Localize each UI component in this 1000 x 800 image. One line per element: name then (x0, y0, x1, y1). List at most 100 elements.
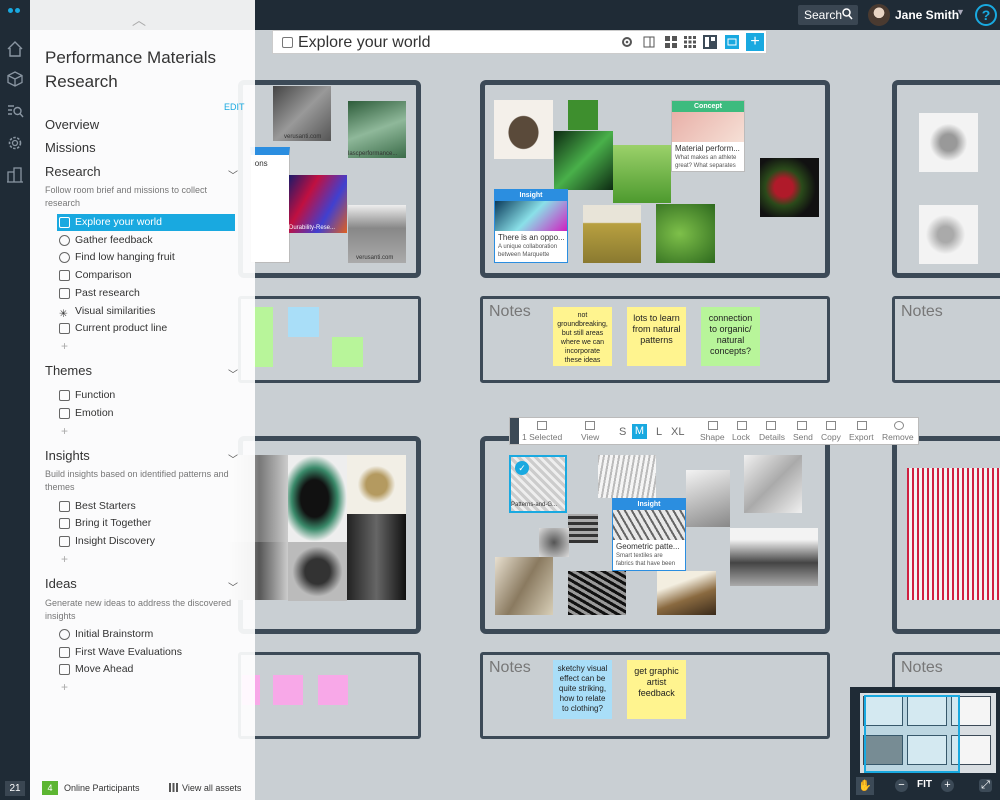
shape-icon[interactable] (708, 421, 718, 430)
size-xl-button[interactable]: XL (671, 426, 684, 438)
board4-face-2-image[interactable] (288, 455, 347, 542)
board4-swirl-image[interactable] (347, 455, 406, 514)
insight-card-2[interactable]: Insight Geometric patte... Smart textile… (612, 498, 686, 571)
room-current-product-line[interactable]: Current product line (57, 320, 235, 337)
board5-sketch-image[interactable] (744, 455, 802, 513)
section-ideas-chevron-icon[interactable]: ﹀ (228, 579, 238, 594)
board2-bear-image[interactable] (494, 100, 553, 159)
board2-berries-image[interactable] (760, 158, 819, 217)
app-logo-icon[interactable] (8, 8, 22, 14)
size-l-button[interactable]: L (656, 426, 662, 438)
remove-button[interactable]: Remove (882, 432, 914, 442)
section-ideas-title[interactable]: Ideas (45, 576, 77, 591)
board1-image-2[interactable] (348, 101, 406, 158)
section-themes-title[interactable]: Themes (45, 363, 92, 378)
add-research-room-icon[interactable]: + (61, 339, 68, 353)
add-themes-room-icon[interactable]: + (61, 424, 68, 438)
user-avatar[interactable] (868, 4, 890, 26)
concept-card[interactable]: Concept Material perform... What makes a… (671, 100, 745, 172)
add-button[interactable]: + (746, 33, 764, 51)
room-explore-your-world[interactable]: Explore your world (57, 214, 235, 231)
room-insight-discovery[interactable]: Insight Discovery (57, 533, 235, 550)
grid-large-icon[interactable] (665, 36, 677, 48)
add-insights-room-icon[interactable]: + (61, 552, 68, 566)
collapse-panel-icon[interactable]: ︿ (132, 10, 146, 30)
sticky-note-groundbreaking[interactable]: not groundbreaking, but still areas wher… (553, 307, 612, 366)
board4-note-pink-2[interactable] (273, 675, 303, 705)
send-button[interactable]: Send (793, 432, 813, 442)
size-s-button[interactable]: S (619, 426, 626, 438)
send-icon[interactable] (797, 421, 807, 430)
board5-mountain-image[interactable] (657, 571, 716, 615)
board2-leaf-small-image[interactable] (568, 100, 598, 130)
section-insights-chevron-icon[interactable]: ﹀ (228, 451, 238, 466)
room-first-wave-evaluations[interactable]: First Wave Evaluations (57, 644, 235, 661)
grid-small-icon[interactable] (684, 36, 696, 48)
search-button[interactable]: Search (798, 5, 858, 25)
fit-button[interactable]: FIT (917, 779, 932, 790)
user-name[interactable]: Jane Smith (895, 8, 959, 22)
shape-button[interactable]: Shape (700, 432, 725, 442)
settings-icon[interactable] (6, 134, 24, 152)
copy-button[interactable]: Copy (821, 432, 841, 442)
board5-dome-image[interactable] (539, 528, 569, 557)
zoom-out-button[interactable]: − (895, 779, 908, 792)
board5-building-image[interactable] (686, 470, 730, 527)
nav-missions[interactable]: Missions (45, 140, 96, 155)
room-gather-feedback[interactable]: Gather feedback (57, 232, 235, 249)
notes-area-3[interactable]: Notes (892, 296, 1000, 383)
help-button[interactable]: ? (975, 4, 997, 26)
minimap-viewport[interactable] (864, 695, 960, 773)
board2-wheat-image[interactable] (583, 205, 641, 263)
sticky-note-natural-patterns[interactable]: lots to learn from natural patterns (627, 307, 686, 366)
user-menu-caret-icon[interactable]: ▼ (956, 7, 965, 17)
section-research-chevron-icon[interactable]: ﹀ (228, 167, 238, 182)
room-best-starters[interactable]: Best Starters (57, 498, 235, 515)
details-button[interactable]: Details (759, 432, 785, 442)
layout-panel-icon[interactable] (643, 36, 655, 48)
list-search-icon[interactable] (6, 102, 24, 120)
export-icon[interactable] (857, 421, 867, 430)
board5-cityscape-image[interactable] (730, 528, 818, 586)
board5-grid-image[interactable] (568, 514, 598, 543)
tray-icon[interactable] (725, 35, 739, 49)
room-comparison[interactable]: Comparison (57, 267, 235, 284)
home-icon[interactable] (6, 40, 24, 58)
copy-icon[interactable] (826, 421, 836, 430)
board5-texture-image[interactable] (568, 571, 626, 615)
remove-icon[interactable] (894, 421, 904, 430)
room-move-ahead[interactable]: Move Ahead (57, 661, 235, 678)
lock-icon[interactable] (737, 421, 747, 430)
nav-overview[interactable]: Overview (45, 117, 99, 132)
room-visual-similarities[interactable]: ✳ Visual similarities (57, 303, 235, 320)
board4-face-5-image[interactable] (347, 514, 406, 600)
view-icon[interactable] (585, 421, 595, 430)
board-layout-icon[interactable] (703, 35, 717, 49)
export-button[interactable]: Export (849, 432, 874, 442)
board2-leaves-image[interactable] (656, 204, 715, 263)
online-participants-link[interactable]: Online Participants (64, 783, 140, 793)
sticky-note-graphic-artist[interactable]: get graphic artist feedback (627, 660, 686, 719)
board3-sketch-1-image[interactable] (919, 113, 978, 172)
board6-textile-image[interactable] (907, 468, 1000, 600)
board1-note-green-2[interactable] (332, 337, 363, 367)
board3-sketch-2-image[interactable] (919, 205, 978, 264)
size-m-button[interactable]: M (632, 424, 647, 439)
buildings-icon[interactable] (6, 166, 24, 184)
participant-count-badge[interactable]: 21 (5, 781, 25, 796)
section-themes-chevron-icon[interactable]: ﹀ (228, 366, 238, 381)
lock-button[interactable]: Lock (732, 432, 750, 442)
zoom-in-button[interactable]: + (941, 779, 954, 792)
insight-card-1[interactable]: Insight There is an oppo... A unique col… (494, 189, 568, 263)
board1-image-1[interactable] (273, 86, 331, 141)
room-function[interactable]: Function (57, 387, 235, 404)
add-ideas-room-icon[interactable]: + (61, 680, 68, 694)
board5-hatching-image[interactable] (598, 455, 656, 498)
room-initial-brainstorm[interactable]: Initial Brainstorm (57, 626, 235, 643)
pan-hand-icon[interactable]: ✋ (856, 777, 874, 795)
board5-arch-image[interactable] (495, 557, 553, 615)
edit-link[interactable]: EDIT (224, 102, 245, 112)
board1-note-blue[interactable] (288, 307, 319, 337)
section-insights-title[interactable]: Insights (45, 448, 90, 463)
fullscreen-icon[interactable]: ⤢ (979, 779, 992, 792)
